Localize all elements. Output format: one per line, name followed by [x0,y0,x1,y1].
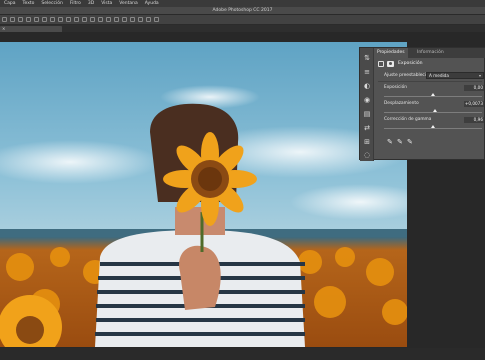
preset-select[interactable]: A medida ▾ [426,72,484,79]
exposure-value-field[interactable]: 0,00 [464,85,484,91]
menu-item-capa[interactable]: Capa [4,0,16,7]
panel-icon-strip: ⇅ ≡ ◐ ◉ ▤ ⇄ ⊞ ◌ [360,48,374,161]
option-icon[interactable] [106,17,111,22]
option-icon[interactable] [50,17,55,22]
menu-bar: Capa Texto Selección Filtro 3D Vista Ven… [0,0,485,7]
menu-item-filtro[interactable]: Filtro [70,0,81,7]
adjustment-icon[interactable]: ◐ [363,82,371,90]
option-icon[interactable] [58,17,63,22]
divider [378,81,482,82]
panel-title: Exposición [398,61,423,66]
gamma-slider-thumb[interactable] [431,125,435,128]
option-icon[interactable] [130,17,135,22]
offset-label: Desplazamiento [384,101,419,106]
option-icon[interactable] [114,17,119,22]
status-bar [0,348,485,360]
black-eyedropper-icon[interactable]: ✎ [387,138,395,146]
menu-item-texto[interactable]: Texto [23,0,35,7]
layer-mask-icon[interactable] [387,61,394,67]
title-bar: Adobe Photoshop CC 2017 [0,7,485,15]
window-title: Adobe Photoshop CC 2017 [212,8,273,13]
panel-header: Exposición [374,59,485,69]
option-icon[interactable] [154,17,159,22]
offset-value-field[interactable]: +0,0073 [464,101,484,107]
cloud [160,85,260,109]
exposure-slider[interactable] [384,96,482,97]
exposure-label: Exposición [384,85,407,90]
option-icon[interactable] [138,17,143,22]
exposure-slider-thumb[interactable] [431,93,435,96]
gamma-value-field[interactable]: 0,96 [464,117,484,123]
option-icon[interactable] [122,17,127,22]
photo-canvas [0,42,407,347]
properties-panel: ⇅ ≡ ◐ ◉ ▤ ⇄ ⊞ ◌ Propiedades Información … [359,47,485,161]
exposure-adjustment-icon[interactable] [378,61,384,67]
menu-item-seleccion[interactable]: Selección [41,0,62,7]
panel-tabs: Propiedades Información [374,48,485,58]
option-icon[interactable] [98,17,103,22]
option-icon[interactable] [18,17,23,22]
tab-propiedades[interactable]: Propiedades [374,48,408,58]
preset-value: A medida [429,73,449,78]
options-bar [0,15,485,25]
gray-eyedropper-icon[interactable]: ✎ [397,138,405,146]
option-icon[interactable] [74,17,79,22]
menu-item-ventana[interactable]: Ventana [119,0,137,7]
menu-item-ayuda[interactable]: Ayuda [145,0,159,7]
gamma-slider[interactable] [384,128,482,129]
offset-slider-thumb[interactable] [432,109,437,112]
brush-presets-icon[interactable]: ≡ [363,68,371,76]
option-icon[interactable] [82,17,87,22]
option-icon[interactable] [90,17,95,22]
properties-icon[interactable]: ⊞ [363,138,371,146]
option-icon[interactable] [42,17,47,22]
option-icon[interactable] [2,17,7,22]
menu-item-vista[interactable]: Vista [101,0,112,7]
option-icon[interactable] [66,17,71,22]
channels-icon[interactable]: ▤ [363,110,371,118]
image-canvas[interactable] [0,42,407,347]
gamma-label: Corrección de gamma [384,117,432,122]
white-eyedropper-icon[interactable]: ✎ [407,138,415,146]
option-icon[interactable] [34,17,39,22]
option-icon[interactable] [146,17,151,22]
option-icon[interactable] [26,17,31,22]
history-icon[interactable]: ⇅ [363,54,371,62]
option-icon[interactable] [10,17,15,22]
character-icon[interactable]: ◌ [363,151,371,159]
document-tab-bar: × [0,25,485,32]
photoshop-window: Capa Texto Selección Filtro 3D Vista Ven… [0,0,485,360]
offset-slider[interactable] [384,112,482,113]
menu-item-3d[interactable]: 3D [88,0,94,7]
tab-informacion[interactable]: Información [414,48,447,58]
layers-icon[interactable]: ◉ [363,96,371,104]
chevron-down-icon: ▾ [478,73,481,78]
paths-icon[interactable]: ⇄ [363,124,371,132]
